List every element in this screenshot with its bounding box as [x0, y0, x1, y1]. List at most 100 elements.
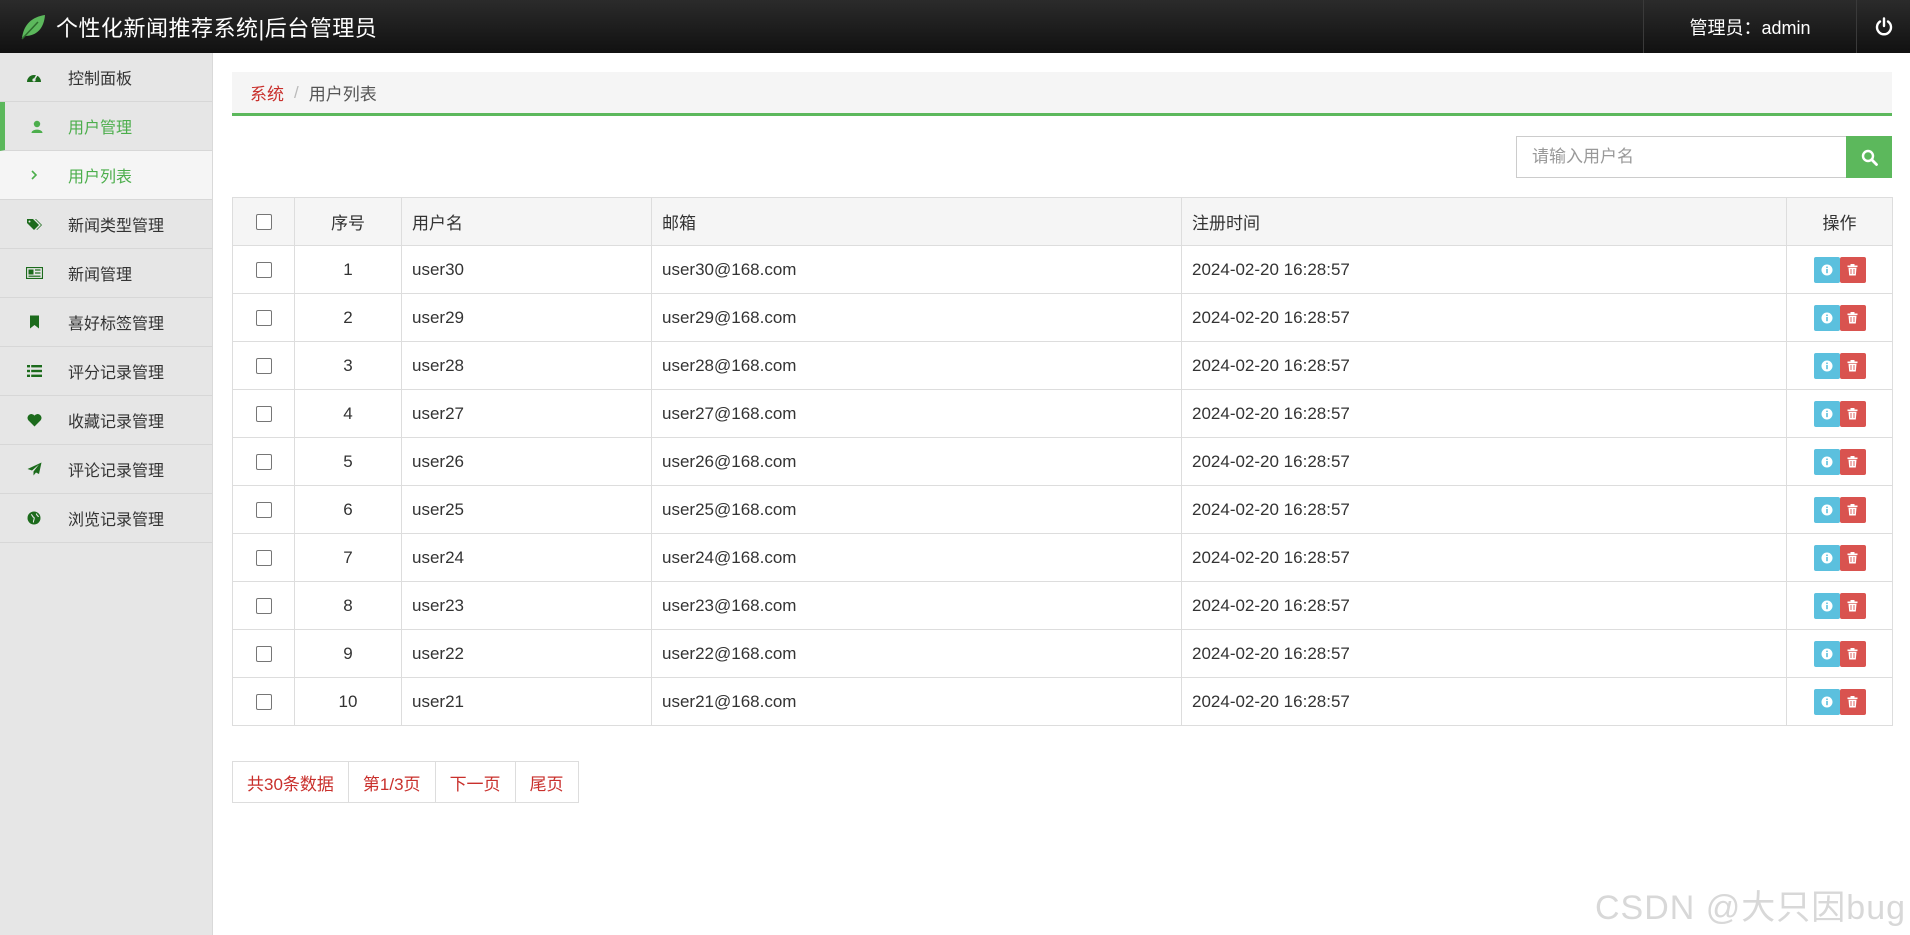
username-search-input[interactable] [1516, 136, 1846, 178]
row-select-cell [232, 389, 295, 438]
row-checkbox[interactable] [255, 406, 272, 423]
row-actions [1786, 293, 1893, 342]
row-email: user23@168.com [651, 581, 1182, 630]
brand[interactable]: 个性化新闻推荐系统|后台管理员 [18, 0, 377, 53]
delete-button[interactable] [1839, 496, 1866, 523]
delete-button[interactable] [1839, 352, 1866, 379]
trash-icon [1847, 551, 1858, 563]
sidebar-item-ratings[interactable]: 评分记录管理 [0, 347, 212, 396]
sidebar-item-favorites[interactable]: 收藏记录管理 [0, 396, 212, 445]
power-icon [1875, 16, 1892, 35]
column-header-email: 邮箱 [651, 197, 1182, 246]
delete-button[interactable] [1839, 400, 1866, 427]
view-details-button[interactable] [1813, 400, 1840, 427]
row-checkbox[interactable] [255, 454, 272, 471]
delete-button[interactable] [1839, 592, 1866, 619]
table-row: 9 user22 user22@168.com 2024-02-20 16:28:57 [232, 629, 1893, 678]
view-details-button[interactable] [1813, 592, 1840, 619]
pager-last-button[interactable]: 尾页 [514, 761, 579, 803]
trash-icon [1847, 647, 1858, 659]
row-select-cell [232, 245, 295, 294]
row-checkbox[interactable] [255, 310, 272, 327]
pager-total[interactable]: 共30条数据 [232, 761, 349, 803]
delete-button[interactable] [1839, 448, 1866, 475]
table-row: 2 user29 user29@168.com 2024-02-20 16:28:57 [232, 293, 1893, 342]
row-email: user24@168.com [651, 533, 1182, 582]
view-details-button[interactable] [1813, 304, 1840, 331]
list-icon [0, 365, 68, 377]
sidebar-item-preference-tags[interactable]: 喜好标签管理 [0, 298, 212, 347]
sidebar-item-label: 控制面板 [68, 71, 133, 88]
sidebar-item-news[interactable]: 新闻管理 [0, 249, 212, 298]
row-username: user26 [401, 437, 652, 486]
sidebar-item-label: 新闻管理 [68, 267, 133, 284]
view-details-button[interactable] [1813, 640, 1840, 667]
newspaper-icon [0, 267, 68, 279]
logout-button[interactable] [1857, 0, 1910, 53]
admin-label[interactable]: 管理员：admin [1643, 0, 1857, 53]
row-email: user21@168.com [651, 677, 1182, 726]
view-details-button[interactable] [1813, 256, 1840, 283]
row-no: 8 [294, 581, 402, 630]
sidebar-item-news-types[interactable]: 新闻类型管理 [0, 200, 212, 249]
row-checkbox[interactable] [255, 262, 272, 279]
row-email: user27@168.com [651, 389, 1182, 438]
row-username: user24 [401, 533, 652, 582]
trash-icon [1847, 695, 1858, 707]
sidebar-item-label: 用户管理 [68, 120, 133, 137]
select-all-checkbox[interactable] [255, 214, 272, 231]
delete-button[interactable] [1839, 544, 1866, 571]
info-icon [1821, 456, 1832, 467]
row-register-time: 2024-02-20 16:28:57 [1181, 581, 1787, 630]
table-body: 1 user30 user30@168.com 2024-02-20 16:28:57… [232, 245, 1893, 726]
sidebar-item-browsing[interactable]: 浏览记录管理 [0, 494, 212, 543]
leaf-logo-icon [21, 14, 45, 40]
row-select-cell [232, 533, 295, 582]
row-checkbox[interactable] [255, 502, 272, 519]
row-register-time: 2024-02-20 16:28:57 [1181, 485, 1787, 534]
row-no: 2 [294, 293, 402, 342]
view-details-button[interactable] [1813, 448, 1840, 475]
delete-button[interactable] [1839, 256, 1866, 283]
row-register-time: 2024-02-20 16:28:57 [1181, 245, 1787, 294]
breadcrumb: 系统 / 用户列表 [232, 72, 1892, 116]
row-checkbox[interactable] [255, 358, 272, 375]
view-details-button[interactable] [1813, 688, 1840, 715]
view-details-button[interactable] [1813, 544, 1840, 571]
sidebar-item-label: 用户列表 [68, 169, 133, 186]
table-row: 8 user23 user23@168.com 2024-02-20 16:28:57 [232, 581, 1893, 630]
breadcrumb-root-link[interactable]: 系统 [250, 80, 284, 105]
sidebar-item-user-list[interactable]: 用户列表 [0, 151, 212, 200]
trash-icon [1847, 455, 1858, 467]
row-checkbox[interactable] [255, 646, 272, 663]
view-details-button[interactable] [1813, 496, 1840, 523]
row-register-time: 2024-02-20 16:28:57 [1181, 389, 1787, 438]
column-header-register-time: 注册时间 [1181, 197, 1787, 246]
table-row: 5 user26 user26@168.com 2024-02-20 16:28:57 [232, 437, 1893, 486]
row-no: 6 [294, 485, 402, 534]
table-header-row: 序号 用户名 邮箱 注册时间 操作 [232, 197, 1893, 246]
row-checkbox[interactable] [255, 598, 272, 615]
row-checkbox[interactable] [255, 694, 272, 711]
search-button[interactable] [1846, 136, 1892, 178]
row-checkbox[interactable] [255, 550, 272, 567]
row-actions [1786, 677, 1893, 726]
sidebar-item-comments[interactable]: 评论记录管理 [0, 445, 212, 494]
column-header-actions: 操作 [1786, 197, 1893, 246]
row-no: 1 [294, 245, 402, 294]
table-row: 7 user24 user24@168.com 2024-02-20 16:28:57 [232, 533, 1893, 582]
table-row: 4 user27 user27@168.com 2024-02-20 16:28:57 [232, 389, 1893, 438]
pager-next-button[interactable]: 下一页 [434, 761, 516, 803]
delete-button[interactable] [1839, 640, 1866, 667]
row-register-time: 2024-02-20 16:28:57 [1181, 293, 1787, 342]
sidebar: 控制面板 用户管理 用户列表 新闻类型管理 新闻管理 喜好标签管理 评分记录管理… [0, 53, 213, 935]
sidebar-item-user-management[interactable]: 用户管理 [0, 102, 212, 151]
view-details-button[interactable] [1813, 352, 1840, 379]
pager-current-page[interactable]: 第1/3页 [347, 761, 436, 803]
app-title: 个性化新闻推荐系统|后台管理员 [56, 15, 378, 41]
row-email: user22@168.com [651, 629, 1182, 678]
delete-button[interactable] [1839, 688, 1866, 715]
info-icon [1821, 264, 1832, 275]
sidebar-item-dashboard[interactable]: 控制面板 [0, 53, 212, 102]
delete-button[interactable] [1839, 304, 1866, 331]
